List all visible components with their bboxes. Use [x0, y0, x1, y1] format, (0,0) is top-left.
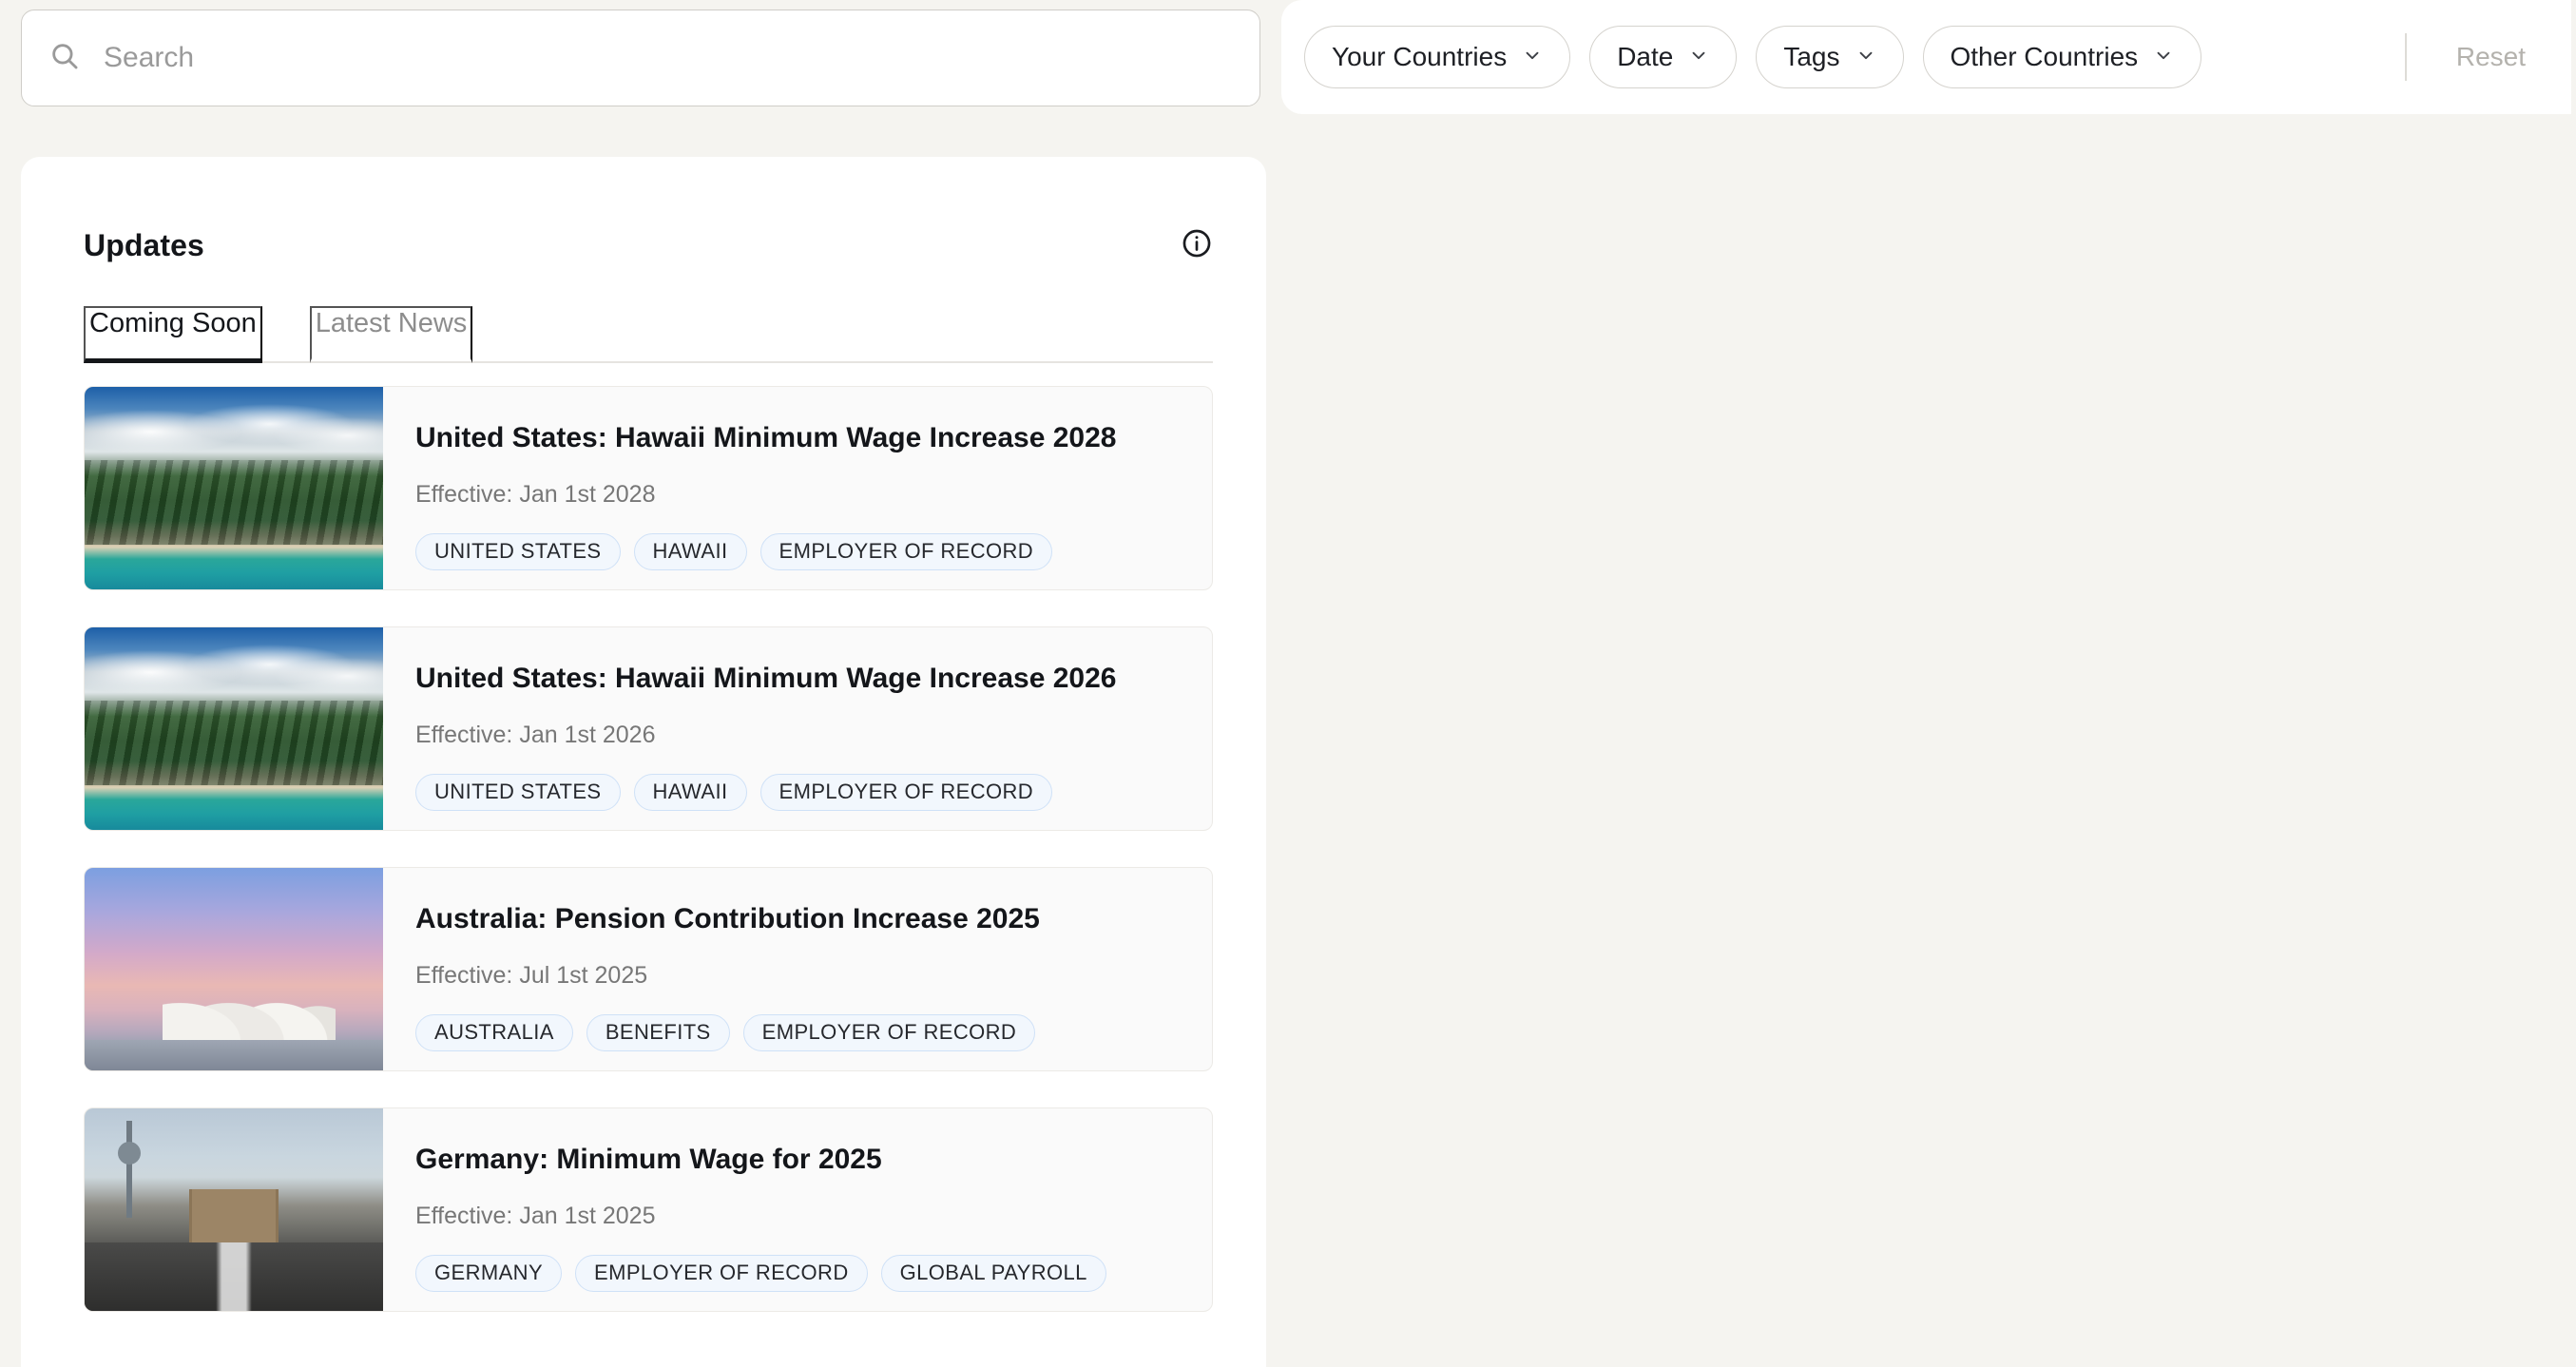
tag-chip[interactable]: UNITED STATES: [415, 774, 621, 811]
tag-chip[interactable]: UNITED STATES: [415, 533, 621, 570]
tag-chip[interactable]: EMPLOYER OF RECORD: [575, 1255, 868, 1292]
hawaii-coastline-image: [85, 387, 383, 589]
list-item-body: United States: Hawaii Minimum Wage Incre…: [383, 387, 1212, 589]
tag-chip[interactable]: GERMANY: [415, 1255, 562, 1292]
tv-tower-shape: [126, 1121, 132, 1218]
list-item-title: Germany: Minimum Wage for 2025: [415, 1143, 1183, 1177]
filter-date[interactable]: Date: [1589, 26, 1737, 88]
sydney-opera-house-image: [85, 868, 383, 1070]
search-icon: [48, 40, 81, 77]
chevron-down-icon: [1855, 42, 1876, 72]
list-item-title: United States: Hawaii Minimum Wage Incre…: [415, 421, 1183, 455]
list-item[interactable]: United States: Hawaii Minimum Wage Incre…: [84, 626, 1213, 831]
list-item-effective-date: Effective: Jan 1st 2028: [415, 481, 1183, 509]
list-item-body: United States: Hawaii Minimum Wage Incre…: [383, 627, 1212, 830]
tag-chip[interactable]: EMPLOYER OF RECORD: [743, 1014, 1036, 1051]
list-item-tags: UNITED STATES HAWAII EMPLOYER OF RECORD: [415, 774, 1183, 811]
info-circle-icon[interactable]: [1181, 227, 1213, 264]
list-item[interactable]: Australia: Pension Contribution Increase…: [84, 867, 1213, 1071]
list-item[interactable]: United States: Hawaii Minimum Wage Incre…: [84, 386, 1213, 590]
filter-other-countries[interactable]: Other Countries: [1923, 26, 2202, 88]
page-title: Updates: [84, 228, 204, 263]
tag-chip[interactable]: HAWAII: [634, 533, 747, 570]
list-item-effective-date: Effective: Jan 1st 2025: [415, 1203, 1183, 1230]
list-item-tags: AUSTRALIA BENEFITS EMPLOYER OF RECORD: [415, 1014, 1183, 1051]
list-item-body: Germany: Minimum Wage for 2025 Effective…: [383, 1108, 1212, 1311]
list-item[interactable]: Germany: Minimum Wage for 2025 Effective…: [84, 1107, 1213, 1312]
updates-card-header: Updates: [21, 157, 1266, 264]
search-bar[interactable]: [21, 10, 1260, 106]
list-item-effective-date: Effective: Jan 1st 2026: [415, 722, 1183, 749]
berlin-brandenburg-gate-image: [85, 1108, 383, 1311]
updates-tabs: Coming Soon Latest News: [84, 306, 1213, 363]
filter-tags[interactable]: Tags: [1756, 26, 1903, 88]
filter-bar: Your Countries Date Tags: [1281, 0, 2571, 114]
reset-button[interactable]: Reset: [2426, 42, 2539, 72]
list-item-tags: UNITED STATES HAWAII EMPLOYER OF RECORD: [415, 533, 1183, 570]
filter-tags-label: Tags: [1783, 42, 1839, 72]
filter-your-countries-label: Your Countries: [1332, 42, 1507, 72]
tag-chip[interactable]: HAWAII: [634, 774, 747, 811]
tag-chip[interactable]: GLOBAL PAYROLL: [881, 1255, 1106, 1292]
tab-coming-soon[interactable]: Coming Soon: [84, 306, 262, 363]
list-item-body: Australia: Pension Contribution Increase…: [383, 868, 1212, 1070]
filter-date-label: Date: [1617, 42, 1673, 72]
chevron-down-icon: [1688, 42, 1709, 72]
tag-chip[interactable]: EMPLOYER OF RECORD: [760, 774, 1053, 811]
updates-card: Updates Coming Soon Latest News United S…: [21, 157, 1266, 1367]
tag-chip[interactable]: EMPLOYER OF RECORD: [760, 533, 1053, 570]
chevron-down-icon: [2153, 42, 2174, 72]
list-item-title: United States: Hawaii Minimum Wage Incre…: [415, 662, 1183, 696]
hawaii-coastline-image: [85, 627, 383, 830]
chevron-down-icon: [1522, 42, 1543, 72]
tag-chip[interactable]: AUSTRALIA: [415, 1014, 573, 1051]
list-item-effective-date: Effective: Jul 1st 2025: [415, 962, 1183, 990]
updates-list: United States: Hawaii Minimum Wage Incre…: [21, 363, 1266, 1312]
filter-your-countries[interactable]: Your Countries: [1304, 26, 1570, 88]
tab-latest-news[interactable]: Latest News: [310, 306, 473, 363]
search-input[interactable]: [104, 10, 1233, 106]
filter-divider: [2405, 33, 2407, 81]
list-item-tags: GERMANY EMPLOYER OF RECORD GLOBAL PAYROL…: [415, 1255, 1183, 1292]
top-bar: Your Countries Date Tags: [0, 0, 2576, 114]
list-item-title: Australia: Pension Contribution Increase…: [415, 902, 1183, 936]
tag-chip[interactable]: BENEFITS: [586, 1014, 730, 1051]
filter-other-countries-label: Other Countries: [1951, 42, 2139, 72]
